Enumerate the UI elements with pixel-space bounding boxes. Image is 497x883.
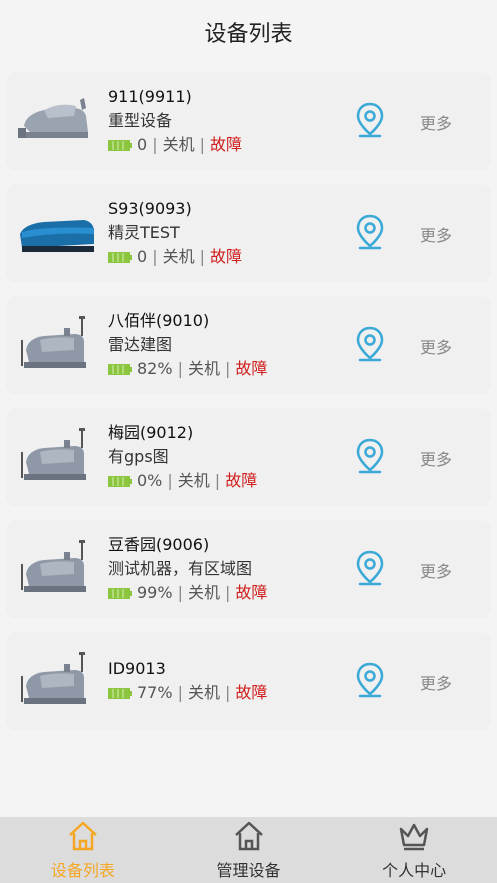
location-icon[interactable] — [354, 102, 386, 138]
location-icon[interactable] — [354, 326, 386, 362]
tab-label: 设备列表 — [50, 861, 115, 880]
radar-robot-icon — [21, 540, 86, 592]
power-status: 关机 — [162, 135, 195, 154]
location-icon[interactable] — [354, 550, 386, 586]
tab-label: 管理设备 — [216, 861, 281, 880]
tab-bar: 设备列表 管理设备 个人中心 — [0, 817, 497, 883]
location-icon[interactable] — [354, 662, 386, 698]
tab-profile[interactable]: 个人中心 — [331, 817, 497, 883]
device-name: 豆香园(9006) — [108, 535, 210, 554]
device-card[interactable]: ID9013 77% | 关机 | 故障 更多 — [6, 632, 491, 730]
battery-level: 99% — [137, 583, 173, 602]
radar-robot-icon — [21, 652, 86, 704]
radar-robot-icon — [21, 316, 86, 368]
home-icon — [234, 821, 263, 851]
device-card[interactable]: S93(9093) 精灵TEST 0 | 关机 | 故障 更多 — [6, 184, 491, 282]
fault-status: 故障 — [235, 583, 268, 602]
device-status: 99% | 关机 | 故障 — [108, 581, 491, 605]
battery-level: 0% — [137, 471, 163, 490]
app: 设备列表 911(9911) 重型设备 0 | 关机 | 故障 更多 S93(9… — [0, 0, 497, 883]
location-icon[interactable] — [354, 214, 386, 250]
battery-icon — [108, 587, 132, 599]
more-button[interactable]: 更多 — [420, 222, 452, 246]
divider: | — [224, 359, 231, 378]
power-status: 关机 — [177, 471, 210, 490]
fault-status: 故障 — [235, 683, 268, 702]
device-name: 八佰伴(9010) — [108, 311, 210, 330]
home-icon — [68, 821, 97, 851]
battery-icon — [108, 251, 132, 263]
battery-level: 0 — [137, 135, 148, 154]
divider: | — [167, 471, 173, 490]
divider: | — [199, 135, 205, 154]
divider: | — [177, 359, 183, 378]
device-name: S93(9093) — [108, 199, 192, 218]
device-status: 82% | 关机 | 故障 — [108, 357, 491, 381]
battery-level: 82% — [137, 359, 173, 378]
device-name: 梅园(9012) — [108, 423, 194, 442]
location-icon[interactable] — [354, 438, 386, 474]
battery-icon — [108, 363, 132, 375]
divider: | — [214, 471, 221, 490]
more-button[interactable]: 更多 — [420, 110, 452, 134]
header: 设备列表 — [0, 0, 497, 64]
page-title: 设备列表 — [204, 22, 293, 47]
device-status: 0 | 关机 | 故障 — [108, 133, 491, 157]
divider: | — [152, 135, 158, 154]
divider: | — [224, 583, 231, 602]
battery-icon — [108, 687, 132, 699]
battery-icon — [108, 475, 132, 487]
device-status: 0% | 关机 | 故障 — [108, 469, 491, 493]
crown-icon — [399, 823, 429, 851]
device-list: 911(9911) 重型设备 0 | 关机 | 故障 更多 S93(9093) … — [0, 64, 497, 730]
fault-status: 故障 — [209, 135, 242, 154]
fault-status: 故障 — [235, 359, 268, 378]
tab-manage-devices[interactable]: 管理设备 — [166, 817, 332, 883]
device-status: 0 | 关机 | 故障 — [108, 245, 491, 269]
more-button[interactable]: 更多 — [420, 446, 452, 470]
device-name: 911(9911) — [108, 87, 192, 106]
device-card[interactable]: 豆香园(9006) 测试机器，有区域图 99% | 关机 | 故障 更多 — [6, 520, 491, 618]
divider: | — [152, 247, 158, 266]
tab-label: 个人中心 — [382, 861, 447, 880]
more-button[interactable]: 更多 — [420, 558, 452, 582]
battery-icon — [108, 139, 132, 151]
more-button[interactable]: 更多 — [420, 670, 452, 694]
divider: | — [177, 683, 183, 702]
radar-robot-icon — [21, 428, 86, 480]
device-card[interactable]: 911(9911) 重型设备 0 | 关机 | 故障 更多 — [6, 72, 491, 170]
battery-level: 77% — [137, 683, 173, 702]
heavy-robot-icon — [18, 98, 88, 138]
power-status: 关机 — [187, 359, 220, 378]
tab-device-list[interactable]: 设备列表 — [0, 817, 166, 883]
fault-status: 故障 — [209, 247, 242, 266]
more-button[interactable]: 更多 — [420, 334, 452, 358]
divider: | — [177, 583, 183, 602]
divider: | — [224, 683, 231, 702]
power-status: 关机 — [187, 683, 220, 702]
blue-robot-icon — [20, 220, 94, 252]
divider: | — [199, 247, 205, 266]
power-status: 关机 — [162, 247, 195, 266]
power-status: 关机 — [187, 583, 220, 602]
device-card[interactable]: 梅园(9012) 有gps图 0% | 关机 | 故障 更多 — [6, 408, 491, 506]
device-card[interactable]: 八佰伴(9010) 雷达建图 82% | 关机 | 故障 更多 — [6, 296, 491, 394]
battery-level: 0 — [137, 247, 148, 266]
fault-status: 故障 — [225, 471, 258, 490]
